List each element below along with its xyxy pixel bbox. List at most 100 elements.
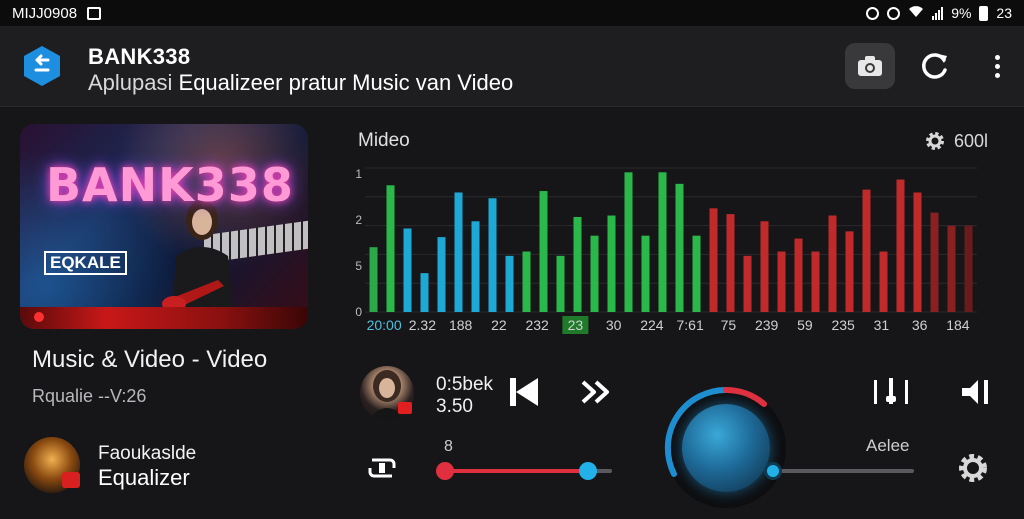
battery-icon bbox=[979, 5, 989, 21]
thumbnail-label: EQKALE bbox=[44, 251, 127, 275]
playlist-subtitle: Equalizer bbox=[98, 465, 190, 490]
equalizer-settings-button[interactable]: 600l bbox=[924, 130, 988, 152]
volume-slider[interactable] bbox=[764, 462, 914, 480]
playlist-badge bbox=[62, 472, 80, 488]
x-tick-label: 224 bbox=[640, 317, 664, 333]
eq-bar bbox=[879, 251, 888, 312]
eq-bar bbox=[947, 225, 956, 312]
app-bar: BANK338 Aplupasi Equalizeer pratur Music… bbox=[0, 26, 1024, 107]
x-tick-label: 188 bbox=[449, 317, 473, 333]
eq-bar bbox=[862, 189, 871, 312]
settings-button[interactable] bbox=[955, 450, 991, 486]
sliders-icon bbox=[874, 378, 908, 404]
eq-bar bbox=[624, 172, 633, 312]
track-time: 0:5bek bbox=[436, 374, 494, 395]
thumbnail-progress-bar bbox=[20, 307, 308, 329]
y-tick-label: 5 bbox=[355, 259, 362, 273]
dot-icon bbox=[994, 54, 1000, 60]
progress-slider-label: 8 bbox=[444, 438, 453, 455]
equalizer-settings-label: 600l bbox=[954, 130, 989, 151]
eq-bar bbox=[471, 221, 480, 312]
playlist-name: Faoukaslde bbox=[98, 443, 197, 464]
eq-bar bbox=[573, 216, 582, 312]
x-tick-label: 20:00 bbox=[367, 317, 402, 333]
progress-slider[interactable] bbox=[436, 462, 612, 480]
eq-bar bbox=[811, 251, 820, 312]
x-tick-label: 31 bbox=[874, 317, 890, 333]
x-tick-label: 235 bbox=[831, 317, 855, 333]
equalizer-label: Mideo bbox=[358, 130, 410, 151]
eq-bar bbox=[420, 273, 429, 312]
volume-slider-handle[interactable] bbox=[764, 462, 782, 480]
sync-icon bbox=[866, 6, 880, 20]
notification-icon bbox=[87, 6, 102, 20]
slider-start-handle[interactable] bbox=[436, 462, 454, 480]
knob-dial bbox=[682, 404, 770, 492]
slider-handle[interactable] bbox=[578, 462, 597, 480]
fast-forward-icon bbox=[581, 380, 609, 404]
camera-button[interactable] bbox=[845, 43, 895, 89]
x-tick-label: 239 bbox=[755, 317, 779, 333]
refresh-icon bbox=[922, 53, 947, 79]
app-subtitle: Aplupasi Equalizeer pratur Music van Vid… bbox=[88, 70, 513, 96]
loop-button[interactable] bbox=[364, 450, 400, 486]
eq-bar bbox=[505, 255, 514, 312]
back-arrow-icon bbox=[24, 46, 60, 86]
eq-bar bbox=[760, 221, 769, 312]
guitarist-image bbox=[162, 200, 234, 314]
eq-bar bbox=[794, 238, 803, 312]
gear-icon bbox=[959, 454, 987, 482]
slider-fill bbox=[440, 469, 588, 473]
eq-bar bbox=[913, 192, 922, 312]
speaker-button[interactable] bbox=[958, 374, 994, 410]
eq-bar bbox=[777, 251, 786, 312]
video-thumbnail[interactable]: BANK338 EQKALE bbox=[20, 124, 308, 329]
eq-bar bbox=[896, 179, 905, 312]
eq-bar bbox=[930, 212, 939, 312]
skip-previous-icon bbox=[510, 378, 538, 406]
eq-bar bbox=[403, 228, 412, 312]
y-tick-label: 1 bbox=[355, 167, 362, 181]
x-tick-label: 23 bbox=[568, 317, 584, 333]
eq-bar bbox=[845, 231, 854, 312]
x-tick-label: 30 bbox=[606, 317, 622, 333]
wifi-icon bbox=[908, 5, 924, 21]
x-tick-label: 7:61 bbox=[677, 317, 704, 333]
y-tick-label: 2 bbox=[355, 213, 362, 227]
x-tick-label: 22 bbox=[491, 317, 507, 333]
eq-bar bbox=[386, 185, 395, 312]
previous-button[interactable] bbox=[506, 374, 542, 410]
eq-bar bbox=[539, 191, 548, 312]
eq-bar bbox=[590, 235, 599, 312]
eq-bar bbox=[964, 225, 973, 312]
refresh-button[interactable] bbox=[916, 48, 952, 84]
app-title: BANK338 bbox=[88, 44, 191, 69]
next-button[interactable] bbox=[578, 374, 614, 410]
carrier-label: MIJJ0908 bbox=[12, 4, 78, 22]
alarm-icon bbox=[887, 6, 901, 20]
speaker-icon bbox=[962, 380, 988, 404]
volume-knob[interactable] bbox=[660, 382, 792, 514]
more-options-button[interactable] bbox=[984, 50, 1010, 82]
dot-icon bbox=[994, 72, 1000, 78]
camera-icon bbox=[858, 56, 882, 76]
equalizer-adjust-button[interactable] bbox=[870, 374, 912, 410]
volume-slider-track bbox=[764, 469, 914, 473]
gear-icon bbox=[926, 132, 944, 150]
eq-bar bbox=[828, 215, 837, 312]
eq-bar bbox=[607, 215, 616, 312]
eq-bar bbox=[369, 247, 378, 312]
video-subtitle: Rqualie --V:26 bbox=[32, 386, 147, 406]
equalizer-chart: 1 2 5 0 20:00 2.32 188 22 232 23 30 224 7:61 75 239 59 2… bbox=[355, 167, 977, 334]
back-button[interactable] bbox=[20, 44, 64, 88]
x-tick-label: 59 bbox=[797, 317, 813, 333]
dot-icon bbox=[994, 63, 1000, 69]
video-title: Music & Video - Video bbox=[32, 346, 268, 373]
eq-bar bbox=[709, 208, 718, 312]
thumbnail-progress-dot bbox=[34, 312, 44, 322]
eq-bar bbox=[454, 192, 463, 312]
status-bar: MIJJ0908 9% 23 bbox=[0, 0, 1024, 26]
battery-percent: 9% bbox=[951, 5, 972, 21]
eq-bar bbox=[658, 172, 667, 312]
x-tick-label: 184 bbox=[946, 317, 970, 333]
